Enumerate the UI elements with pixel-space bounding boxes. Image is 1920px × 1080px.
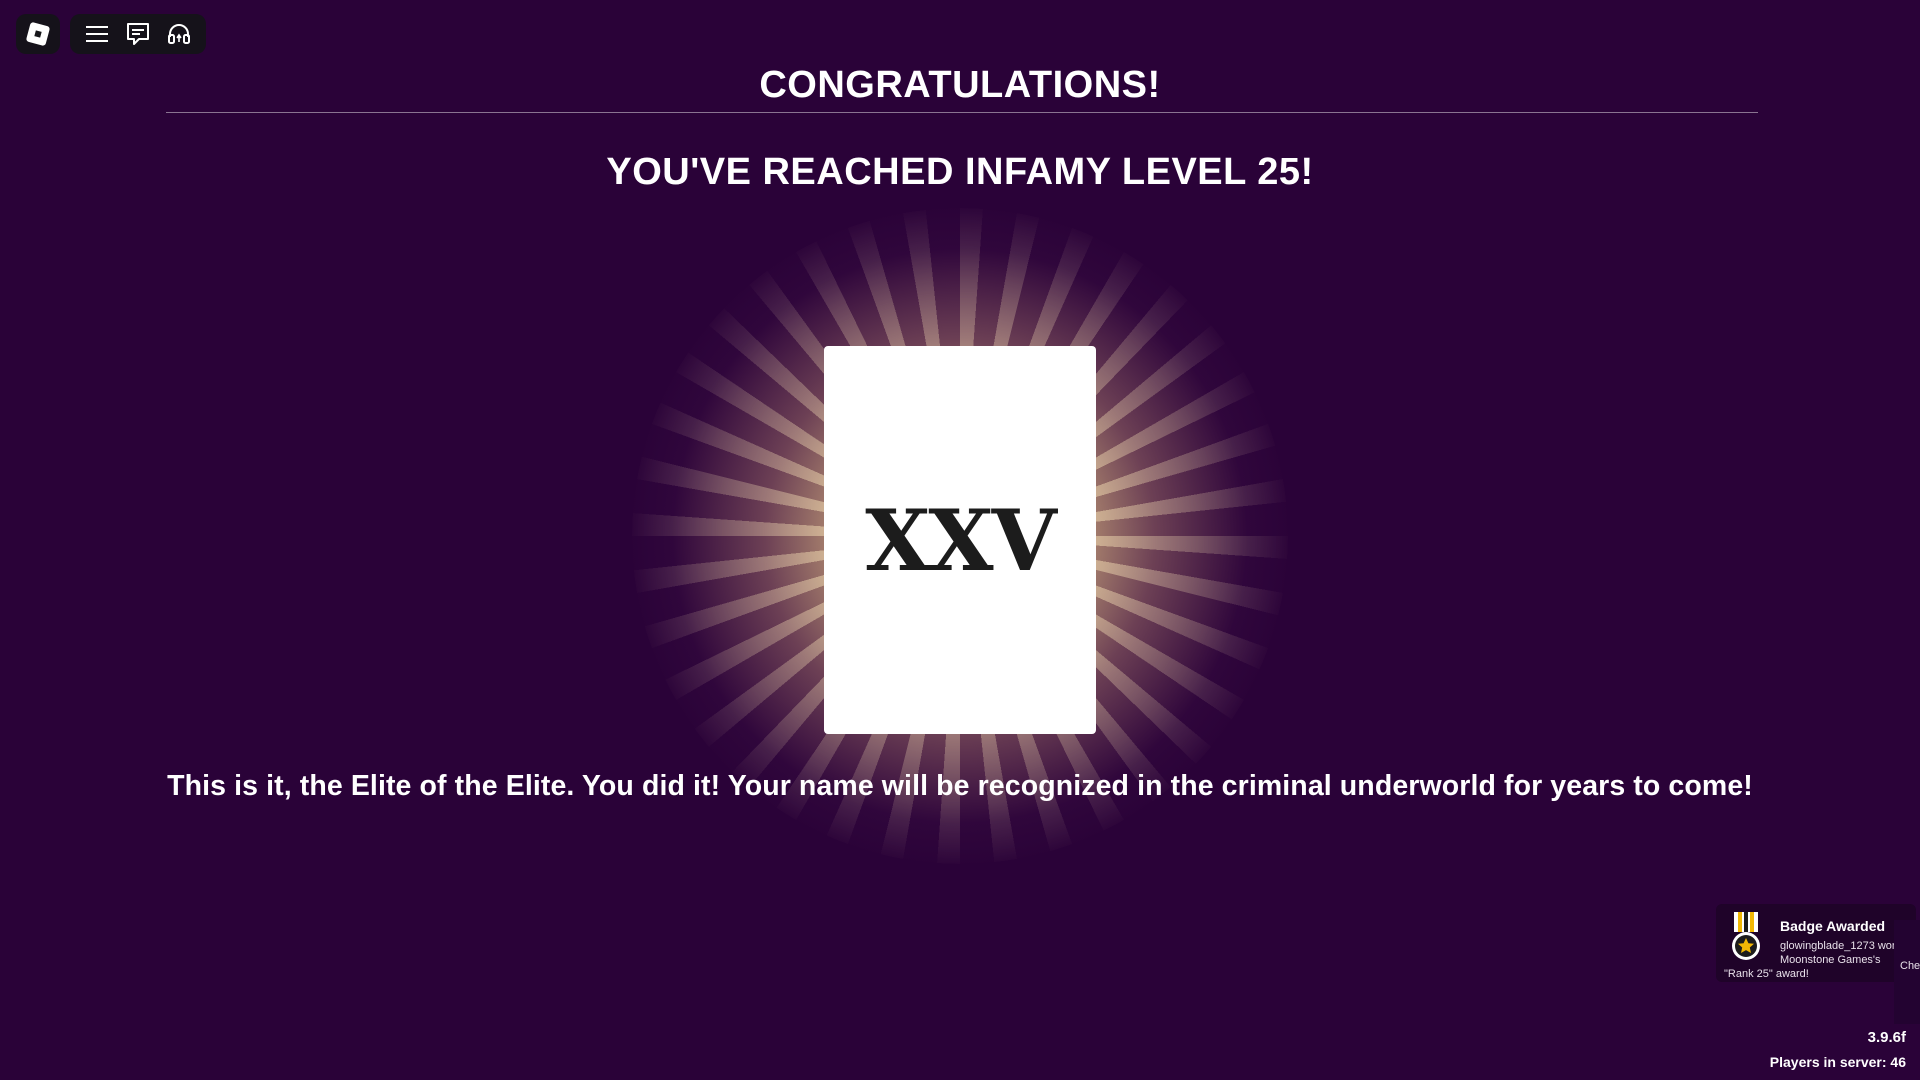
rank-card: XXV (824, 346, 1096, 734)
hamburger-menu-icon[interactable] (81, 18, 113, 50)
roblox-menu-button[interactable] (16, 14, 60, 54)
roblox-logo-icon (25, 21, 51, 47)
badge-toast-line: glowingblade_1273 won (1780, 940, 1899, 952)
side-tab-label: Che (1900, 960, 1920, 972)
title-divider (166, 112, 1758, 113)
congrats-message: This is it, the Elite of the Elite. You … (167, 770, 1753, 802)
headset-icon[interactable] (163, 18, 195, 50)
badge-awarded-toast[interactable]: Badge Awarded glowingblade_1273 won Moon… (1716, 904, 1916, 982)
version-label: 3.9.6f (1867, 1029, 1906, 1046)
congratulations-title: CONGRATULATIONS! (759, 64, 1161, 106)
badge-toast-line: "Rank 25" award! (1724, 968, 1809, 980)
chat-icon[interactable] (122, 18, 154, 50)
side-panel-tab[interactable]: Che (1894, 920, 1920, 1024)
topbar-controls (70, 14, 206, 54)
badge-toast-title: Badge Awarded (1780, 918, 1886, 934)
medal-icon (1732, 912, 1760, 960)
rank-numeral: XXV (865, 490, 1057, 590)
game-screen: CONGRATULATIONS! YOU'VE REACHED INFAMY L… (0, 0, 1920, 1080)
badge-toast-line: Moonstone Games's (1780, 954, 1881, 966)
level-reached-heading: YOU'VE REACHED INFAMY LEVEL 25! (606, 151, 1314, 193)
players-in-server: Players in server: 46 (1769, 1054, 1906, 1070)
